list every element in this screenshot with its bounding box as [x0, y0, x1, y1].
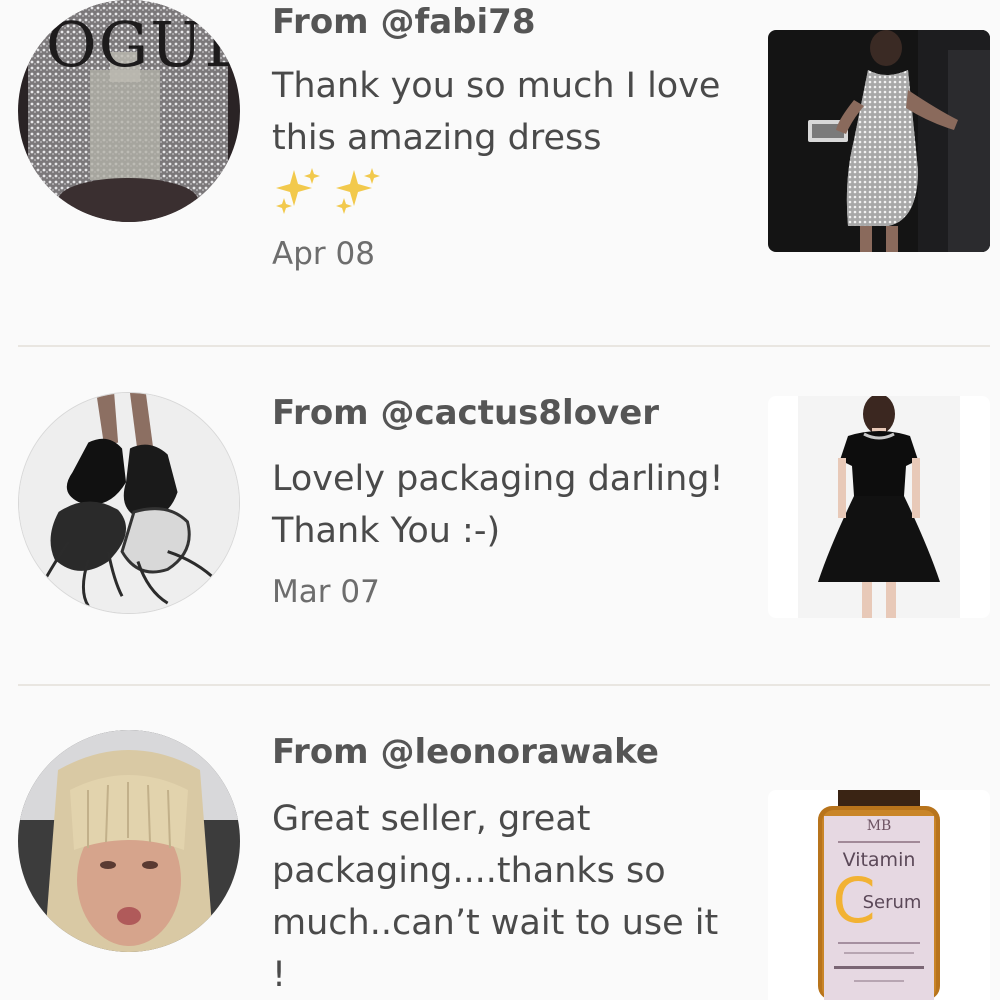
avatar-vogue-text: VOGUE	[18, 8, 240, 81]
divider	[18, 345, 990, 347]
review-message-text: Thank you so much I love this amazing dr…	[272, 66, 721, 158]
silver-sequin-dress-photo-icon[interactable]	[768, 30, 990, 252]
blonde-woman-avatar-icon[interactable]	[18, 730, 240, 952]
review-message: Lovely packaging darling! Thank You :-)	[272, 459, 724, 551]
vitamin-c-serum-bottle-icon[interactable]: MB Vitamin C Serum	[768, 790, 990, 1000]
serum-brand-text: MB	[867, 818, 892, 834]
black-dress-photo-icon[interactable]	[768, 396, 990, 618]
sparkles-emoji	[272, 164, 742, 216]
serum-serum-text: Serum	[863, 892, 922, 913]
sculptural-shoes-avatar-icon[interactable]	[18, 392, 240, 614]
review-message: Great seller, great packaging....thanks …	[272, 799, 719, 995]
review-date: Apr 08	[272, 236, 375, 272]
review-author[interactable]: From @fabi78	[272, 2, 535, 42]
vogue-cover-avatar-icon[interactable]: VOGUE	[18, 0, 240, 222]
review-date: Mar 07	[272, 574, 380, 610]
review-author[interactable]: From @cactus8lover	[272, 393, 659, 433]
reviews-feed: VOGUE From @fabi78 Thank you so much I l…	[0, 0, 1000, 1000]
review-author[interactable]: From @leonorawake	[272, 732, 659, 772]
review-message: Thank you so much I love this amazing dr…	[272, 60, 742, 216]
divider	[18, 684, 990, 686]
